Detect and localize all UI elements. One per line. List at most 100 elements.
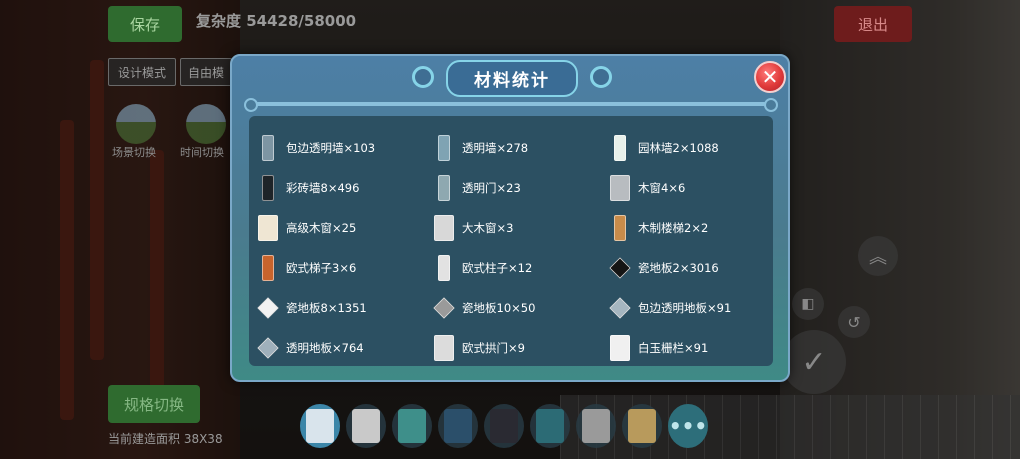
material-item: 欧式柱子×12 [433, 248, 609, 288]
white-wall-icon[interactable] [346, 404, 386, 448]
garden-wall-icon [609, 134, 631, 162]
material-swatch [614, 135, 626, 161]
material-swatch [262, 175, 274, 201]
material-swatch [262, 135, 274, 161]
layer-up-icon[interactable]: ︽ [858, 236, 898, 276]
material-label: 白玉栅栏×91 [638, 341, 709, 355]
wood-window-icon [609, 174, 631, 202]
spec-switch-button[interactable]: 规格切换 [108, 385, 200, 423]
glass-wall-icon [433, 134, 455, 162]
material-item: 高级木窗×25 [257, 208, 433, 248]
material-item: 透明地板×764 [257, 328, 433, 368]
material-swatch [257, 297, 279, 319]
material-item: 彩砖墙8×496 [257, 168, 433, 208]
scene-switch-label: 场景切换 [112, 146, 156, 159]
material-swatch [614, 215, 626, 241]
material-label: 瓷地板8×1351 [286, 301, 367, 315]
material-stats-dialog: 材料统计 ✕ 包边透明墙×103 透明墙×278 园林墙2×1088 彩砖墙8×496… [230, 54, 790, 382]
bottom-toolbar: ••• [300, 402, 708, 450]
confirm-icon[interactable]: ✓ [782, 330, 846, 394]
build-area-text: 当前建造面积 38X38 [108, 432, 223, 446]
material-label: 欧式梯子3×6 [286, 261, 357, 275]
dialog-header: 材料统计 [412, 59, 612, 97]
material-swatch [438, 255, 450, 281]
edged-glass-floor-icon [609, 294, 631, 322]
material-swatch [609, 257, 631, 279]
time-switch-icon[interactable] [186, 104, 226, 144]
materials-list: 包边透明墙×103 透明墙×278 园林墙2×1088 彩砖墙8×496 透明门×23 木… [249, 116, 773, 366]
glass-floor-icon [257, 334, 279, 362]
material-swatch [434, 215, 454, 241]
material-label: 瓷地板2×3016 [638, 261, 719, 275]
title-divider [244, 98, 778, 112]
material-label: 木制楼梯2×2 [638, 221, 709, 235]
european-pillar-icon [433, 254, 455, 282]
ceramic-floor-white-icon [257, 294, 279, 322]
tool-swatch [628, 409, 656, 443]
mirror-icon[interactable]: ◧ [792, 288, 824, 320]
material-label: 欧式拱门×9 [462, 341, 525, 355]
material-item: 木窗4×6 [609, 168, 785, 208]
material-label: 园林墙2×1088 [638, 141, 719, 155]
color-brick-wall-icon [257, 174, 279, 202]
close-button[interactable]: ✕ [754, 61, 786, 93]
material-item: 透明门×23 [433, 168, 609, 208]
material-swatch [438, 135, 450, 161]
ornament-left-icon [412, 66, 434, 88]
material-swatch [262, 255, 274, 281]
eraser-icon[interactable] [300, 404, 340, 448]
complexity-counter: 复杂度 54428/58000 [196, 12, 357, 30]
material-label: 包边透明地板×91 [638, 301, 732, 315]
material-swatch [610, 175, 630, 201]
material-swatch [438, 175, 450, 201]
tool-swatch [306, 409, 334, 443]
dialog-title: 材料统计 [446, 59, 578, 97]
gray-door-icon[interactable] [576, 404, 616, 448]
material-item: 包边透明地板×91 [609, 288, 785, 328]
premium-wood-window-icon [257, 214, 279, 242]
material-swatch [257, 337, 279, 359]
save-button[interactable]: 保存 [108, 6, 182, 42]
material-item: 瓷地板8×1351 [257, 288, 433, 328]
teal-arch-icon[interactable] [392, 404, 432, 448]
scene-switch-icon[interactable] [116, 104, 156, 144]
material-item: 木制楼梯2×2 [609, 208, 785, 248]
tool-swatch [490, 409, 518, 443]
material-item: 欧式梯子3×6 [257, 248, 433, 288]
free-mode-button[interactable]: 自由模 [180, 58, 232, 86]
material-item: 欧式拱门×9 [433, 328, 609, 368]
tool-swatch [352, 409, 380, 443]
rotate-icon[interactable]: ↺ [838, 306, 870, 338]
material-label: 包边透明墙×103 [286, 141, 376, 155]
dark-frame-icon[interactable] [484, 404, 524, 448]
material-item: 大木窗×3 [433, 208, 609, 248]
large-wood-window-icon [433, 214, 455, 242]
material-label: 欧式柱子×12 [462, 261, 533, 275]
material-swatch [609, 297, 631, 319]
tool-swatch [582, 409, 610, 443]
material-label: 透明墙×278 [462, 141, 529, 155]
more-tools-button[interactable]: ••• [668, 404, 708, 448]
gothic-window-icon[interactable] [438, 404, 478, 448]
teal-cabinet-icon[interactable] [530, 404, 570, 448]
glass-door-icon [433, 174, 455, 202]
wood-panel-icon[interactable] [622, 404, 662, 448]
material-swatch [258, 215, 278, 241]
material-swatch [610, 335, 630, 361]
material-swatch [433, 297, 455, 319]
tool-swatch [536, 409, 564, 443]
material-label: 透明地板×764 [286, 341, 364, 355]
material-label: 瓷地板10×50 [462, 301, 536, 315]
white-jade-fence-icon [609, 334, 631, 362]
material-item: 瓷地板10×50 [433, 288, 609, 328]
material-item: 瓷地板2×3016 [609, 248, 785, 288]
exit-button[interactable]: 退出 [834, 6, 912, 42]
edged-glass-wall-icon [257, 134, 279, 162]
material-item: 透明墙×278 [433, 128, 609, 168]
design-mode-button[interactable]: 设计模式 [108, 58, 176, 86]
ceramic-floor-grid-icon [433, 294, 455, 322]
european-arch-icon [433, 334, 455, 362]
time-switch-label: 时间切换 [180, 146, 224, 159]
material-item: 包边透明墙×103 [257, 128, 433, 168]
ceramic-floor-dark-icon [609, 254, 631, 282]
